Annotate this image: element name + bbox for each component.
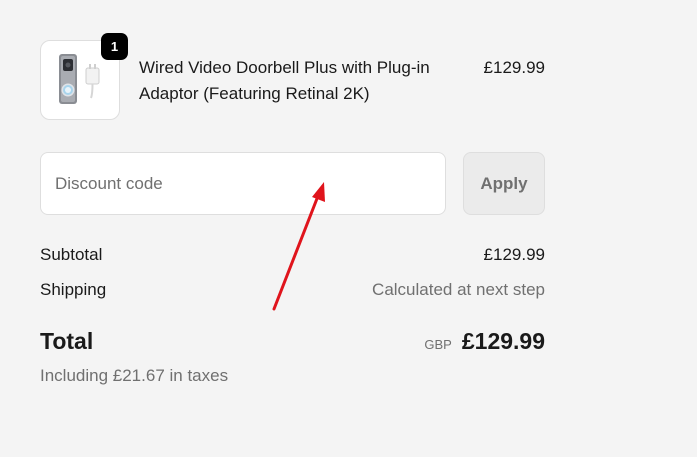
total-label: Total	[40, 328, 94, 354]
total-amount: £129.99	[461, 328, 545, 354]
shipping-value: Calculated at next step	[372, 280, 545, 299]
subtotal-value: £129.99	[483, 245, 545, 264]
apply-discount-button[interactable]: Apply	[463, 152, 545, 215]
tax-note: Including £21.67 in taxes	[40, 366, 229, 385]
total-amount-group: GBP £129.99	[424, 328, 545, 355]
product-price: £129.99	[483, 58, 545, 77]
total-row: Total GBP £129.99	[40, 328, 545, 355]
subtotal-label: Subtotal	[40, 245, 103, 264]
currency-code: GBP	[424, 337, 452, 352]
product-name: Wired Video Doorbell Plus with Plug-in A…	[139, 58, 430, 103]
subtotal-row: Subtotal £129.99	[40, 243, 545, 267]
order-summary: 1 Wired Video Doorbell Plus with Plug-in…	[0, 0, 697, 457]
quantity-badge: 1	[101, 33, 128, 60]
doorbell-product-image	[59, 54, 100, 104]
shipping-label: Shipping	[40, 280, 107, 299]
shipping-row: Shipping Calculated at next step	[40, 278, 545, 302]
discount-code-input[interactable]	[40, 152, 446, 215]
